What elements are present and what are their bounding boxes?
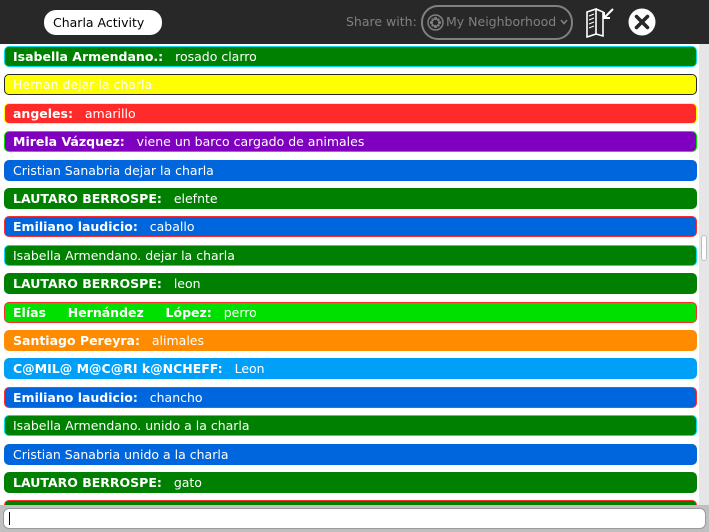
chat-message: Hernan dejar la charla (4, 74, 697, 95)
message-nick: LAUTARO BERROSPE: (13, 191, 162, 206)
chat-message: Isabella Armendano. dejar la charla (4, 245, 697, 266)
message-nick: Elías Hernández López: (13, 305, 212, 320)
message-text: alimales (151, 333, 204, 348)
message-text: leon (173, 276, 201, 291)
message-gap (162, 276, 174, 291)
chat-message: angeles: amarillo (4, 103, 697, 124)
activity-toolbar: Charla Activity Share with: My Neighborh… (0, 0, 709, 44)
message-nick: angeles: (13, 106, 73, 121)
chat-message: Emiliano laudicio: chancho (4, 387, 697, 408)
chat-entry-bar (0, 505, 709, 532)
message-text: Hernan dejar la charla (13, 77, 153, 92)
share-with-combo[interactable]: My Neighborhood (421, 5, 573, 40)
share-with-value: My Neighborhood (446, 14, 557, 29)
message-gap (125, 134, 137, 149)
message-nick: LAUTARO BERROSPE: (13, 276, 162, 291)
chat-message: Cristian Sanabria unido a la charla (4, 444, 697, 465)
chat-entry-input[interactable] (3, 508, 706, 529)
message-text: rosado clarro (175, 49, 257, 64)
message-nick: Mirela Vázquez: (13, 134, 125, 149)
chat-message: Isabella Armendano.: rosado clarro (4, 46, 697, 67)
message-text: Cristian Sanabria unido a la charla (13, 447, 229, 462)
message-nick: Santiago Pereyra: (13, 333, 140, 348)
scrollbar-thumb[interactable] (701, 235, 707, 261)
chevron-down-icon (560, 19, 568, 25)
message-text: Isabella Armendano. unido a la charla (13, 418, 250, 433)
share-with-label: Share with: (346, 14, 417, 29)
journal-keep-icon[interactable] (583, 6, 617, 38)
message-nick: C@MIL@ M@C@RI k@NCHEFF: (13, 361, 223, 376)
message-text: elefnte (173, 191, 218, 206)
message-gap (140, 333, 152, 348)
message-text: chancho (149, 390, 203, 405)
chat-history[interactable]: Isabella Armendano.: rosado clarro Hernan… (0, 44, 709, 505)
chat-scrollbar[interactable] (699, 44, 709, 505)
message-nick: Emiliano laudicio: (13, 219, 138, 234)
chat-message: Santiago Pereyra: alimales (4, 330, 697, 351)
message-text: Leon (234, 361, 265, 376)
message-gap (73, 106, 85, 121)
message-text: perro (223, 305, 257, 320)
message-text: caballo (149, 219, 195, 234)
message-gap (163, 49, 175, 64)
message-gap (138, 219, 150, 234)
chat-message: Isabella Armendano. unido a la charla (4, 415, 697, 436)
activity-title-field[interactable]: Charla Activity (44, 10, 162, 35)
message-gap (212, 305, 224, 320)
message-text: gato (173, 475, 202, 490)
message-text: Isabella Armendano. dejar la charla (13, 248, 235, 263)
message-gap (162, 191, 174, 206)
message-text: Cristian Sanabria dejar la charla (13, 163, 214, 178)
message-gap (162, 475, 174, 490)
message-text: viene un barco cargado de animales (136, 134, 365, 149)
chat-message: Cristian Sanabria dejar la charla (4, 160, 697, 181)
message-nick: Isabella Armendano.: (13, 49, 164, 64)
chat-message: LAUTARO BERROSPE: elefnte (4, 188, 697, 209)
stop-icon[interactable] (628, 8, 656, 36)
message-text: amarillo (84, 106, 136, 121)
chat-message: C@MIL@ M@C@RI k@NCHEFF: Leon (4, 358, 697, 379)
neighborhood-icon (427, 14, 444, 31)
chat-message: Mirela Vázquez: viene un barco cargado d… (4, 131, 697, 152)
chat-message: Elías Hernández López: perro (4, 302, 697, 323)
message-gap (223, 361, 235, 376)
chat-message: Emiliano laudicio: caballo (4, 216, 697, 237)
message-nick: Emiliano laudicio: (13, 390, 138, 405)
chat-message: LAUTARO BERROSPE: leon (4, 273, 697, 294)
chat-message: LAUTARO BERROSPE: gato (4, 472, 697, 493)
message-gap (138, 390, 150, 405)
text-caret (9, 512, 10, 525)
message-nick: LAUTARO BERROSPE: (13, 475, 162, 490)
